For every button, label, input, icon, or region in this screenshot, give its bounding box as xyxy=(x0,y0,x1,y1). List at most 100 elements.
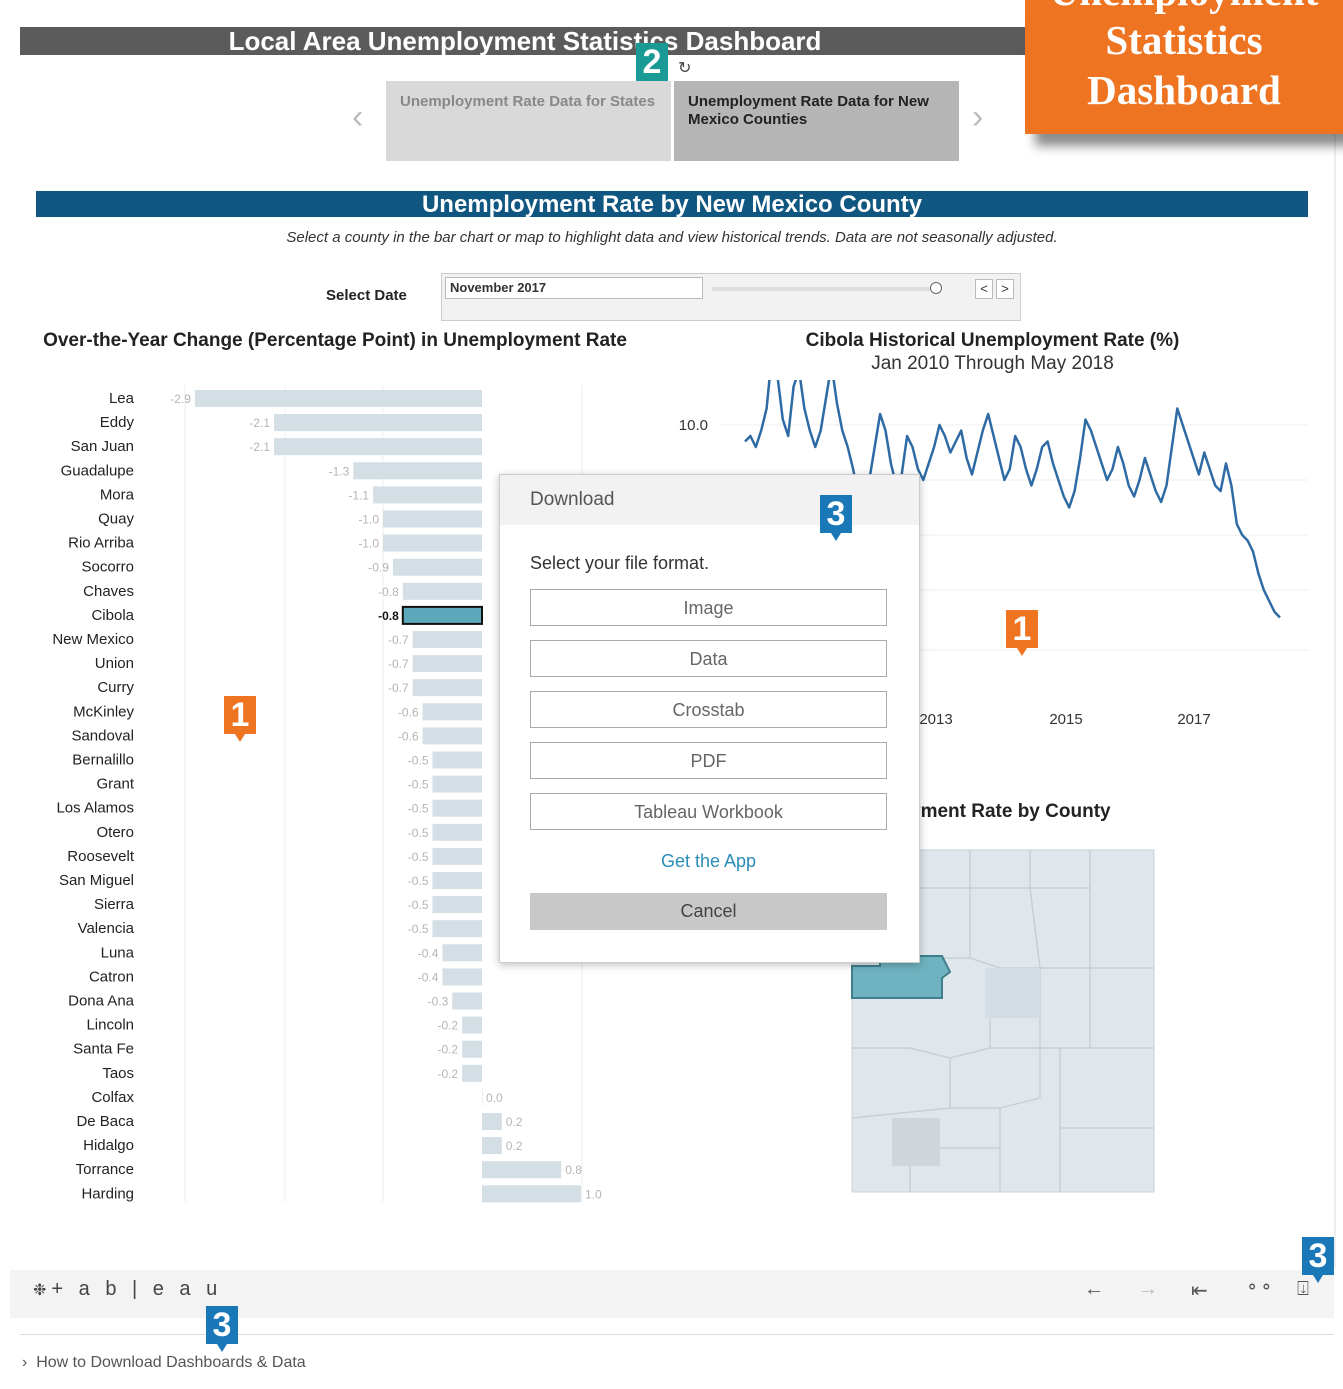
map-county-shaded-1[interactable] xyxy=(985,968,1040,1018)
corner-banner: Unemployment Statistics Dashboard xyxy=(1025,0,1343,134)
bar-category-label: Union xyxy=(95,655,134,672)
bar-category-label: Valencia xyxy=(78,920,135,937)
bar-cibola xyxy=(401,605,483,625)
download-pdf-button[interactable]: PDF xyxy=(530,742,887,779)
x-tick-label: 2015 xyxy=(1049,711,1082,728)
bar-hidalgo xyxy=(482,1137,502,1155)
bar-category-label: Taos xyxy=(102,1065,134,1082)
bar-data-label: -1.0 xyxy=(358,537,379,551)
bar-data-label: -1.3 xyxy=(329,464,350,478)
bar-category-label: San Juan xyxy=(71,438,134,455)
bar-data-label: -1.0 xyxy=(358,513,379,527)
bar-grant xyxy=(432,775,482,793)
bar-guadalupe xyxy=(353,462,482,480)
bar-catron xyxy=(442,968,482,986)
refresh-icon[interactable]: ↻ xyxy=(678,58,691,78)
tab-new-mexico-counties[interactable]: Unemployment Rate Data for New Mexico Co… xyxy=(674,81,959,161)
tab-states[interactable]: Unemployment Rate Data for States xyxy=(386,81,671,161)
bar-category-label: Colfax xyxy=(91,1089,134,1106)
bar-taos xyxy=(462,1064,482,1082)
redo-icon[interactable]: → xyxy=(1138,1278,1158,1301)
bar-data-label: -0.6 xyxy=(398,705,419,719)
bar-data-label: -2.1 xyxy=(249,440,270,454)
bar-data-label: -0.5 xyxy=(408,850,429,864)
banner-line-2: Statistics xyxy=(1105,17,1263,63)
callout-3-dialog: 3 xyxy=(820,495,852,533)
help-link[interactable]: › How to Download Dashboards & Data xyxy=(22,1354,306,1372)
bar-category-label: Chaves xyxy=(83,583,134,600)
bar-dona-ana xyxy=(452,992,482,1010)
bar-data-label: -0.8 xyxy=(378,585,399,599)
select-date-label: Select Date xyxy=(326,287,407,304)
revert-icon[interactable]: ⇤ xyxy=(1191,1278,1208,1303)
get-the-app-link[interactable]: Get the App xyxy=(530,851,887,872)
map-title: yment Rate by County xyxy=(910,801,1111,822)
callout-2: 2 xyxy=(636,43,668,81)
bar-otero xyxy=(432,823,482,841)
bar-data-label: -0.5 xyxy=(408,874,429,888)
cancel-button[interactable]: Cancel xyxy=(530,893,887,930)
callout-3-dialog-pointer xyxy=(831,533,841,541)
bar-data-label: 1.0 xyxy=(585,1187,602,1201)
bar-eddy xyxy=(274,414,482,432)
bar-chart-title: Over-the-Year Change (Percentage Point) … xyxy=(43,330,627,351)
bar-category-label: Cibola xyxy=(91,607,134,624)
chevron-right-icon: › xyxy=(22,1354,37,1371)
bar-category-label: Quay xyxy=(98,511,134,528)
bar-data-label: -0.5 xyxy=(408,898,429,912)
bar-data-label: -0.2 xyxy=(438,1043,459,1057)
x-tick-label: 2017 xyxy=(1177,711,1210,728)
bar-data-label: -0.3 xyxy=(428,995,449,1009)
download-dialog: Download 3 Select your file format. Imag… xyxy=(499,474,920,963)
callout-1-bar: 1 xyxy=(224,696,256,734)
bar-category-label: Otero xyxy=(96,824,134,841)
dialog-title: Download xyxy=(500,475,919,525)
bar-data-label: 0.0 xyxy=(486,1091,503,1105)
bar-roosevelt xyxy=(432,847,482,865)
bar-category-label: Eddy xyxy=(100,414,135,431)
bar-lea xyxy=(194,390,482,407)
download-workbook-button[interactable]: Tableau Workbook xyxy=(530,793,887,830)
bar-category-label: Luna xyxy=(101,944,135,961)
tableau-logo[interactable]: ❉+ a b | e a u xyxy=(33,1278,222,1301)
bar-new-mexico xyxy=(412,631,482,648)
bar-category-label: De Baca xyxy=(76,1113,134,1130)
bar-data-label: -0.7 xyxy=(388,633,409,647)
download-image-button[interactable]: Image xyxy=(530,589,887,626)
date-slider-track[interactable] xyxy=(712,287,942,291)
date-slider-handle[interactable] xyxy=(930,282,942,294)
bar-category-label: Santa Fe xyxy=(73,1041,134,1058)
bar-category-label: Sandoval xyxy=(71,727,134,744)
bar-chaves xyxy=(402,582,482,600)
line-chart-subtitle: Jan 2010 Through May 2018 xyxy=(871,353,1114,374)
bar-category-label: Sierra xyxy=(94,896,135,913)
date-next-button[interactable]: > xyxy=(996,279,1014,299)
download-crosstab-button[interactable]: Crosstab xyxy=(530,691,887,728)
date-select[interactable]: November 2017 xyxy=(445,277,703,299)
map-county-shaded-2[interactable] xyxy=(892,1118,940,1166)
bar-mora xyxy=(373,486,482,504)
bar-category-label: Lea xyxy=(109,390,135,407)
date-prev-button[interactable]: < xyxy=(975,279,993,299)
bar-data-label: 0.8 xyxy=(565,1163,582,1177)
undo-icon[interactable]: ← xyxy=(1084,1278,1104,1301)
bar-lincoln xyxy=(462,1016,482,1034)
bar-data-label: -0.7 xyxy=(388,657,409,671)
bar-category-label: Bernalillo xyxy=(72,752,134,769)
dashboard-title: Local Area Unemployment Statistics Dashb… xyxy=(20,27,1030,55)
chevron-right-icon[interactable]: › xyxy=(972,98,983,137)
bar-torrance xyxy=(482,1161,562,1179)
bar-category-label: Socorro xyxy=(81,559,134,576)
bar-valencia xyxy=(432,920,482,938)
banner-line-3: Dashboard xyxy=(1087,67,1281,113)
download-data-button[interactable]: Data xyxy=(530,640,887,677)
download-icon[interactable]: ⍗ xyxy=(1297,1278,1309,1301)
section-title: Unemployment Rate by New Mexico County xyxy=(36,191,1308,218)
bar-sierra xyxy=(432,896,482,914)
bar-san-juan xyxy=(274,438,482,456)
chevron-left-icon[interactable]: ‹ xyxy=(352,98,363,137)
share-icon[interactable]: ⚬⚬ xyxy=(1245,1278,1274,1298)
bar-category-label: Harding xyxy=(81,1185,134,1202)
bar-category-label: Guadalupe xyxy=(61,462,134,479)
bar-data-label: 0.2 xyxy=(506,1115,523,1129)
